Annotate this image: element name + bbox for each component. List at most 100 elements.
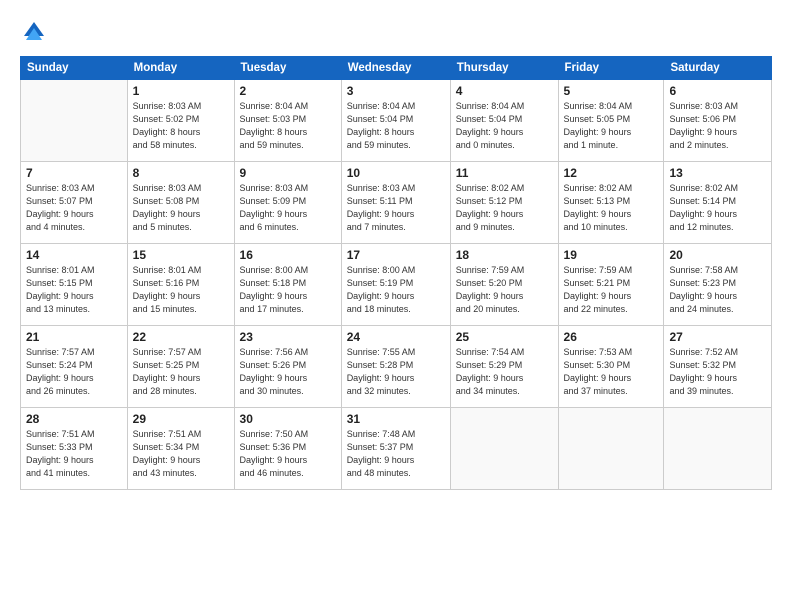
day-number: 5 [564, 84, 659, 98]
day-info: Sunrise: 7:48 AM Sunset: 5:37 PM Dayligh… [347, 428, 445, 480]
day-number: 4 [456, 84, 553, 98]
calendar-cell: 3Sunrise: 8:04 AM Sunset: 5:04 PM Daylig… [341, 80, 450, 162]
calendar-cell [558, 408, 664, 490]
calendar-cell: 26Sunrise: 7:53 AM Sunset: 5:30 PM Dayli… [558, 326, 664, 408]
day-info: Sunrise: 8:00 AM Sunset: 5:19 PM Dayligh… [347, 264, 445, 316]
day-info: Sunrise: 8:04 AM Sunset: 5:04 PM Dayligh… [347, 100, 445, 152]
day-number: 17 [347, 248, 445, 262]
day-info: Sunrise: 8:03 AM Sunset: 5:09 PM Dayligh… [240, 182, 336, 234]
day-number: 1 [133, 84, 229, 98]
day-number: 30 [240, 412, 336, 426]
calendar-cell: 17 Sunrise: 8:00 AM Sunset: 5:19 PM Dayli… [341, 244, 450, 326]
day-info: Sunrise: 8:03 AM Sunset: 5:11 PM Dayligh… [347, 182, 445, 234]
day-info: Sunrise: 7:54 AM Sunset: 5:29 PM Dayligh… [456, 346, 553, 398]
calendar-cell: 19Sunrise: 7:59 AM Sunset: 5:21 PM Dayli… [558, 244, 664, 326]
calendar-header-sunday: Sunday [21, 57, 128, 80]
calendar-table: SundayMondayTuesdayWednesdayThursdayFrid… [20, 56, 772, 490]
header [20, 18, 772, 46]
calendar-cell: 31 Sunrise: 7:48 AM Sunset: 5:37 PM Dayli… [341, 408, 450, 490]
day-info: Sunrise: 8:04 AM Sunset: 5:04 PM Dayligh… [456, 100, 553, 152]
calendar-cell: 6 Sunrise: 8:03 AM Sunset: 5:06 PM Daylig… [664, 80, 772, 162]
day-number: 20 [669, 248, 766, 262]
day-number: 21 [26, 330, 122, 344]
calendar-cell: 24 Sunrise: 7:55 AM Sunset: 5:28 PM Dayli… [341, 326, 450, 408]
calendar-cell: 29 Sunrise: 7:51 AM Sunset: 5:34 PM Dayli… [127, 408, 234, 490]
calendar-cell: 27 Sunrise: 7:52 AM Sunset: 5:32 PM Dayli… [664, 326, 772, 408]
calendar-week-1: 1 Sunrise: 8:03 AM Sunset: 5:02 PM Daylig… [21, 80, 772, 162]
day-info: Sunrise: 8:02 AM Sunset: 5:12 PM Dayligh… [456, 182, 553, 234]
day-info: Sunrise: 7:58 AM Sunset: 5:23 PM Dayligh… [669, 264, 766, 316]
calendar-cell: 2 Sunrise: 8:04 AM Sunset: 5:03 PM Daylig… [234, 80, 341, 162]
logo [20, 18, 52, 46]
calendar-cell: 5 Sunrise: 8:04 AM Sunset: 5:05 PM Daylig… [558, 80, 664, 162]
calendar-cell: 4 Sunrise: 8:04 AM Sunset: 5:04 PM Daylig… [450, 80, 558, 162]
calendar-cell: 12Sunrise: 8:02 AM Sunset: 5:13 PM Dayli… [558, 162, 664, 244]
day-number: 18 [456, 248, 553, 262]
calendar-week-3: 14Sunrise: 8:01 AM Sunset: 5:15 PM Dayli… [21, 244, 772, 326]
calendar-cell: 18 Sunrise: 7:59 AM Sunset: 5:20 PM Dayli… [450, 244, 558, 326]
calendar-week-2: 7Sunrise: 8:03 AM Sunset: 5:07 PM Daylig… [21, 162, 772, 244]
day-info: Sunrise: 7:56 AM Sunset: 5:26 PM Dayligh… [240, 346, 336, 398]
calendar-header-saturday: Saturday [664, 57, 772, 80]
calendar-cell: 9Sunrise: 8:03 AM Sunset: 5:09 PM Daylig… [234, 162, 341, 244]
calendar-cell: 8 Sunrise: 8:03 AM Sunset: 5:08 PM Daylig… [127, 162, 234, 244]
day-number: 28 [26, 412, 122, 426]
day-number: 11 [456, 166, 553, 180]
day-number: 23 [240, 330, 336, 344]
day-info: Sunrise: 7:59 AM Sunset: 5:20 PM Dayligh… [456, 264, 553, 316]
calendar-header-thursday: Thursday [450, 57, 558, 80]
day-number: 15 [133, 248, 229, 262]
day-info: Sunrise: 8:03 AM Sunset: 5:06 PM Dayligh… [669, 100, 766, 152]
day-number: 6 [669, 84, 766, 98]
calendar-cell: 25 Sunrise: 7:54 AM Sunset: 5:29 PM Dayli… [450, 326, 558, 408]
day-info: Sunrise: 8:04 AM Sunset: 5:05 PM Dayligh… [564, 100, 659, 152]
logo-icon [20, 18, 48, 46]
calendar-cell: 7Sunrise: 8:03 AM Sunset: 5:07 PM Daylig… [21, 162, 128, 244]
day-info: Sunrise: 8:04 AM Sunset: 5:03 PM Dayligh… [240, 100, 336, 152]
calendar-cell: 22 Sunrise: 7:57 AM Sunset: 5:25 PM Dayli… [127, 326, 234, 408]
calendar-header-wednesday: Wednesday [341, 57, 450, 80]
day-info: Sunrise: 7:57 AM Sunset: 5:24 PM Dayligh… [26, 346, 122, 398]
calendar-cell [664, 408, 772, 490]
calendar-week-4: 21 Sunrise: 7:57 AM Sunset: 5:24 PM Dayli… [21, 326, 772, 408]
day-number: 10 [347, 166, 445, 180]
day-info: Sunrise: 7:55 AM Sunset: 5:28 PM Dayligh… [347, 346, 445, 398]
day-info: Sunrise: 8:03 AM Sunset: 5:02 PM Dayligh… [133, 100, 229, 152]
calendar-header-row: SundayMondayTuesdayWednesdayThursdayFrid… [21, 57, 772, 80]
day-number: 16 [240, 248, 336, 262]
calendar-week-5: 28 Sunrise: 7:51 AM Sunset: 5:33 PM Dayli… [21, 408, 772, 490]
day-number: 8 [133, 166, 229, 180]
day-number: 2 [240, 84, 336, 98]
day-info: Sunrise: 8:03 AM Sunset: 5:07 PM Dayligh… [26, 182, 122, 234]
calendar-cell [450, 408, 558, 490]
day-number: 13 [669, 166, 766, 180]
day-info: Sunrise: 7:57 AM Sunset: 5:25 PM Dayligh… [133, 346, 229, 398]
day-info: Sunrise: 7:52 AM Sunset: 5:32 PM Dayligh… [669, 346, 766, 398]
page: SundayMondayTuesdayWednesdayThursdayFrid… [0, 0, 792, 612]
day-info: Sunrise: 7:51 AM Sunset: 5:33 PM Dayligh… [26, 428, 122, 480]
calendar-header-friday: Friday [558, 57, 664, 80]
calendar-cell: 28 Sunrise: 7:51 AM Sunset: 5:33 PM Dayli… [21, 408, 128, 490]
day-number: 29 [133, 412, 229, 426]
calendar-cell: 21 Sunrise: 7:57 AM Sunset: 5:24 PM Dayli… [21, 326, 128, 408]
calendar-header-monday: Monday [127, 57, 234, 80]
day-number: 25 [456, 330, 553, 344]
day-number: 24 [347, 330, 445, 344]
day-info: Sunrise: 8:02 AM Sunset: 5:14 PM Dayligh… [669, 182, 766, 234]
day-info: Sunrise: 7:51 AM Sunset: 5:34 PM Dayligh… [133, 428, 229, 480]
calendar-cell: 16 Sunrise: 8:00 AM Sunset: 5:18 PM Dayli… [234, 244, 341, 326]
day-info: Sunrise: 8:01 AM Sunset: 5:15 PM Dayligh… [26, 264, 122, 316]
day-number: 22 [133, 330, 229, 344]
calendar-cell: 11 Sunrise: 8:02 AM Sunset: 5:12 PM Dayli… [450, 162, 558, 244]
calendar-cell [21, 80, 128, 162]
day-info: Sunrise: 7:53 AM Sunset: 5:30 PM Dayligh… [564, 346, 659, 398]
calendar-cell: 20 Sunrise: 7:58 AM Sunset: 5:23 PM Dayli… [664, 244, 772, 326]
calendar-cell: 13 Sunrise: 8:02 AM Sunset: 5:14 PM Dayli… [664, 162, 772, 244]
day-info: Sunrise: 8:00 AM Sunset: 5:18 PM Dayligh… [240, 264, 336, 316]
calendar-cell: 23 Sunrise: 7:56 AM Sunset: 5:26 PM Dayli… [234, 326, 341, 408]
day-number: 12 [564, 166, 659, 180]
day-number: 31 [347, 412, 445, 426]
day-number: 27 [669, 330, 766, 344]
day-info: Sunrise: 8:03 AM Sunset: 5:08 PM Dayligh… [133, 182, 229, 234]
day-info: Sunrise: 7:59 AM Sunset: 5:21 PM Dayligh… [564, 264, 659, 316]
